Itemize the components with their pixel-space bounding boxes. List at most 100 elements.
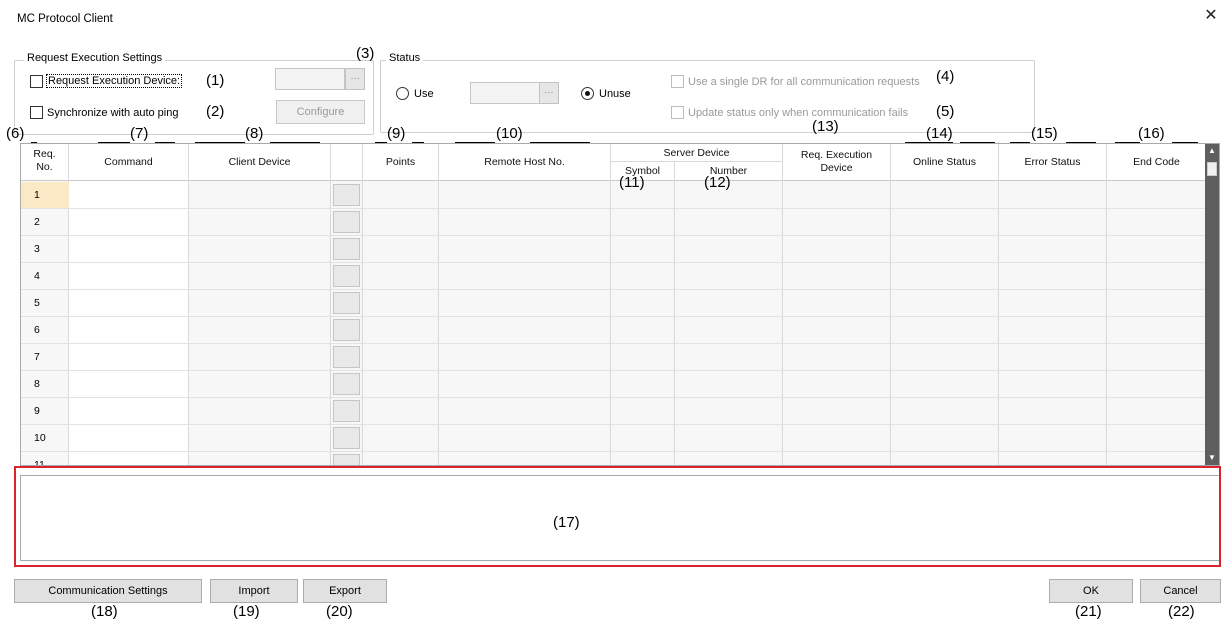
scroll-thumb[interactable] xyxy=(1207,162,1217,176)
status-use-label: Use xyxy=(414,88,434,100)
status-group-label: Status xyxy=(386,52,424,64)
export-button[interactable]: Export xyxy=(303,579,387,603)
callout-17: (17) xyxy=(553,514,580,531)
row-5-client-device-browse[interactable] xyxy=(333,292,360,314)
callout-14: (14) xyxy=(926,125,953,142)
row-8-number[interactable]: 8 xyxy=(21,371,69,397)
import-label: Import xyxy=(238,585,270,597)
col-line xyxy=(998,144,999,465)
table-row-line xyxy=(21,316,1207,317)
header-req-exec-device: Req. Execution Device xyxy=(783,144,891,181)
callout-15: (15) xyxy=(1031,125,1058,142)
row-1-client-device-browse[interactable] xyxy=(333,184,360,206)
table-row-line xyxy=(21,208,1207,209)
table-row-line xyxy=(21,343,1207,344)
callout-10: (10) xyxy=(496,125,523,142)
row-4-number[interactable]: 4 xyxy=(21,263,69,289)
callout-21: (21) xyxy=(1075,603,1102,620)
callout-2: (2) xyxy=(206,103,225,120)
row-9-client-device-browse[interactable] xyxy=(333,400,360,422)
callout-22: (22) xyxy=(1168,603,1195,620)
status-device-browse-button[interactable]: ··· xyxy=(539,82,559,104)
scroll-down-icon[interactable]: ▼ xyxy=(1208,454,1216,462)
callout-13: (13) xyxy=(812,118,839,135)
update-fail-checkbox[interactable] xyxy=(671,106,684,119)
cancel-button[interactable]: Cancel xyxy=(1140,579,1221,603)
callout-8: (8) xyxy=(245,125,264,142)
callout-5: (5) xyxy=(936,103,955,120)
communication-settings-button[interactable]: Communication Settings xyxy=(14,579,202,603)
row-3-number[interactable]: 3 xyxy=(21,236,69,262)
update-fail-label: Update status only when communication fa… xyxy=(688,107,909,119)
callout-3: (3) xyxy=(356,45,375,62)
col-line xyxy=(188,144,189,465)
sync-auto-ping-checkbox[interactable] xyxy=(30,106,43,119)
table-row-line xyxy=(21,451,1207,452)
import-button[interactable]: Import xyxy=(210,579,298,603)
callout-9: (9) xyxy=(387,125,406,142)
request-execution-device-label: Request Execution Device: xyxy=(46,74,183,88)
row-10-number[interactable]: 10 xyxy=(21,425,69,451)
sync-auto-ping-label: Synchronize with auto ping xyxy=(47,107,179,119)
row-2-number[interactable]: 2 xyxy=(21,209,69,235)
header-online-status: Online Status xyxy=(891,144,999,181)
ok-button[interactable]: OK xyxy=(1049,579,1133,603)
header-client-device: Client Device xyxy=(189,144,331,181)
callout-11: (11) xyxy=(619,174,645,191)
table-row-line xyxy=(21,397,1207,398)
header-command: Command xyxy=(69,144,189,181)
status-device-field[interactable] xyxy=(470,82,540,104)
close-icon[interactable]: ✕ xyxy=(1204,8,1218,24)
cancel-label: Cancel xyxy=(1163,585,1198,597)
row-8-client-device-browse[interactable] xyxy=(333,373,360,395)
row-10-client-device-browse[interactable] xyxy=(333,427,360,449)
window-title: MC Protocol Client xyxy=(17,13,113,25)
col-line xyxy=(610,144,611,465)
scroll-up-icon[interactable]: ▲ xyxy=(1208,147,1216,155)
callout-7: (7) xyxy=(130,125,149,142)
row-6-number[interactable]: 6 xyxy=(21,317,69,343)
row-4-client-device-browse[interactable] xyxy=(333,265,360,287)
row-5-number[interactable]: 5 xyxy=(21,290,69,316)
status-unuse-label: Unuse xyxy=(599,88,631,100)
callout-19: (19) xyxy=(233,603,260,620)
row-11-number[interactable]: 11 xyxy=(21,452,69,465)
col-line xyxy=(890,144,891,465)
table-row-line xyxy=(21,235,1207,236)
callout-1: (1) xyxy=(206,72,225,89)
request-execution-device-checkbox[interactable] xyxy=(30,75,43,88)
request-execution-group-label: Request Execution Settings xyxy=(24,52,166,64)
header-blank xyxy=(331,144,363,181)
table-row-line xyxy=(21,370,1207,371)
header-points: Points xyxy=(363,144,439,181)
callout-12: (12) xyxy=(704,174,731,191)
row-6-client-device-browse[interactable] xyxy=(333,319,360,341)
row-9-number[interactable]: 9 xyxy=(21,398,69,424)
col-line xyxy=(362,144,363,465)
row-7-client-device-browse[interactable] xyxy=(333,346,360,368)
row-1-number[interactable]: 1 xyxy=(21,182,69,208)
export-label: Export xyxy=(329,585,361,597)
table-row-line xyxy=(21,289,1207,290)
col-line xyxy=(1106,144,1107,465)
row-2-client-device-browse[interactable] xyxy=(333,211,360,233)
callout-4: (4) xyxy=(936,68,955,85)
col-line xyxy=(438,144,439,465)
table-vertical-scrollbar[interactable]: ▲ ▼ xyxy=(1205,144,1219,465)
col-line xyxy=(782,144,783,465)
description-highlight-frame xyxy=(14,466,1221,567)
request-device-browse-button[interactable]: ··· xyxy=(345,68,365,90)
callout-20: (20) xyxy=(326,603,353,620)
row-11-client-device-browse[interactable] xyxy=(333,454,360,465)
status-use-radio[interactable] xyxy=(396,87,409,100)
communication-settings-label: Communication Settings xyxy=(48,585,168,597)
status-unuse-radio[interactable] xyxy=(581,87,594,100)
row-3-client-device-browse[interactable] xyxy=(333,238,360,260)
request-execution-device-field[interactable] xyxy=(275,68,345,90)
request-table[interactable]: Req. No. Command Client Device Points Re… xyxy=(20,143,1220,466)
row-7-number[interactable]: 7 xyxy=(21,344,69,370)
header-error-status: Error Status xyxy=(999,144,1107,181)
single-dr-checkbox[interactable] xyxy=(671,75,684,88)
configure-button[interactable]: Configure xyxy=(276,100,365,124)
single-dr-label: Use a single DR for all communication re… xyxy=(688,76,920,88)
